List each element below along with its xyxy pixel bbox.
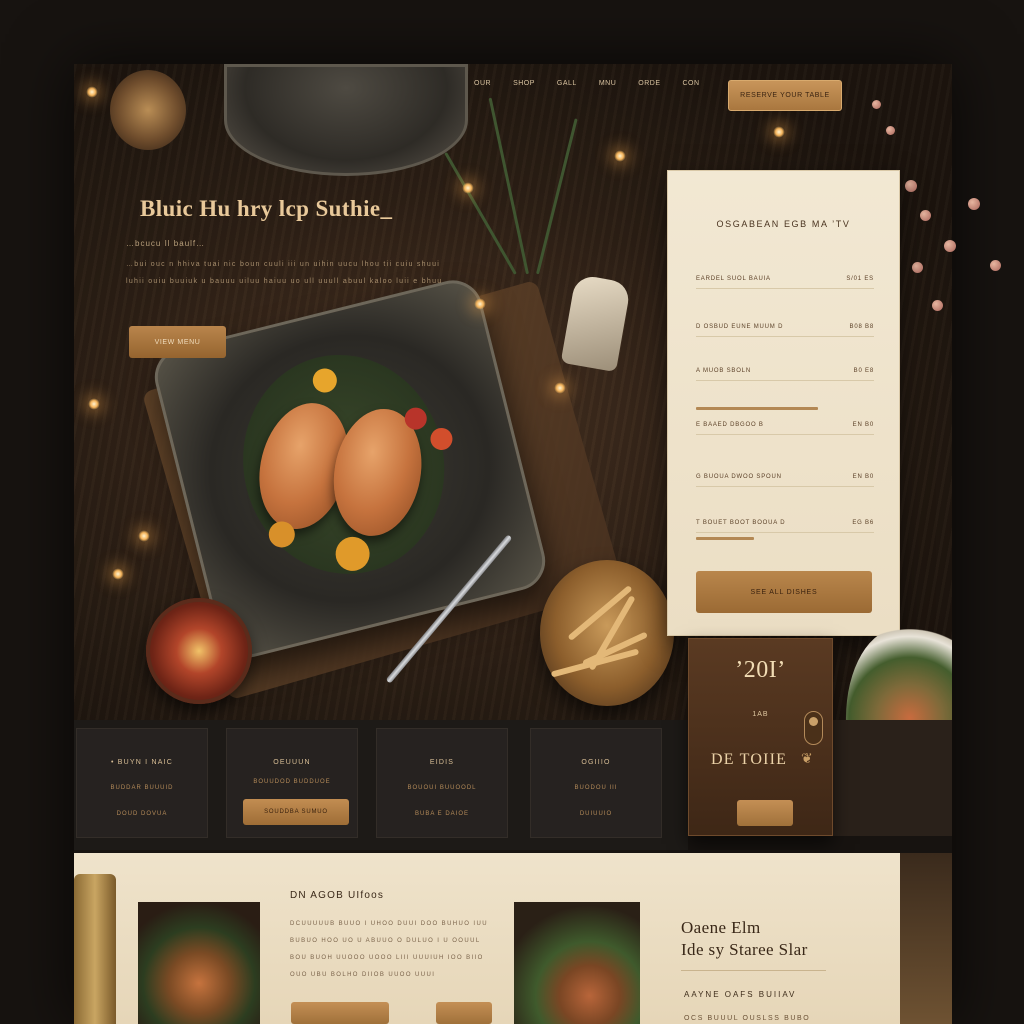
nav-link[interactable]: GALL	[557, 80, 577, 87]
nav-link[interactable]: CON	[683, 80, 700, 87]
berry	[968, 198, 980, 210]
form-submit-button[interactable]: SEE ALL DISHES	[696, 571, 872, 613]
hero-cta-button[interactable]: VIEW MENU	[129, 326, 226, 358]
tile-heading: OGIIIO	[581, 759, 611, 766]
featured-toggle[interactable]	[804, 711, 823, 745]
quote-title-line: Oaene Elm	[681, 918, 761, 937]
form-field[interactable]: E BAAED DBGOO B EN B0	[696, 415, 874, 435]
fleuron-icon: ❦	[801, 752, 813, 767]
featured-button[interactable]	[737, 800, 793, 826]
tile-text: BUDDAR BUUUID	[110, 785, 174, 791]
field-value: S/01 ES	[846, 275, 874, 282]
main-nav: OUR SHOP GALL MNU ORDE CON	[474, 80, 700, 87]
field-label: T BOUET BOOT BOOUA D	[696, 519, 786, 526]
form-field[interactable]: D OSBUD EUNE MUUM D B08 B8	[696, 317, 874, 337]
top-bowl-image	[224, 64, 468, 176]
tile-text: DOUD DOVUA	[116, 811, 168, 817]
menu-form-card: OSGABEAN EGB MA ’TV EARDEL SUOL BAUIA S/…	[667, 170, 900, 636]
dish-photo	[138, 902, 260, 1024]
field-value: EN B0	[852, 421, 874, 428]
field-label: D OSBUD EUNE MUUM D	[696, 323, 784, 330]
berry	[944, 240, 956, 252]
hero-title: Bluic Hu hry lcp Suthie_	[140, 196, 393, 221]
tile-text: BUBA E DAIOE	[414, 811, 469, 817]
string-light	[773, 126, 785, 138]
tile-heading: EIDIS	[429, 759, 455, 766]
form-field[interactable]: T BOUET BOOT BOOUA D EG B6	[696, 513, 874, 533]
string-light	[614, 150, 626, 162]
berry	[905, 180, 917, 192]
tile-text: DUIUUIO	[579, 811, 613, 817]
info-strip: • BUYN I NAIC BUDDAR BUUUID DOUD DOVUA O…	[74, 720, 688, 850]
tile-text: BOUOUI BUUOODL	[407, 785, 477, 791]
divider	[681, 970, 826, 971]
string-light	[474, 298, 486, 310]
field-label: EARDEL SUOL BAUIA	[696, 275, 771, 282]
field-value: EN B0	[852, 473, 874, 480]
form-title: OSGABEAN EGB MA ’TV	[716, 219, 851, 229]
progress-bar	[696, 537, 754, 540]
field-value: EG B6	[852, 519, 874, 526]
berry	[990, 260, 1001, 271]
string-light	[554, 382, 566, 394]
tile-heading: OEUUUN	[273, 759, 311, 766]
field-label: A MUOB SBOLN	[696, 367, 751, 374]
candle-bowl-image	[146, 598, 252, 704]
form-field[interactable]: EARDEL SUOL BAUIA S/01 ES	[696, 269, 874, 289]
about-body: DCUUUUUB BUUO I UHOO DUUI DOO BUHUO IUU …	[290, 921, 488, 978]
nav-link[interactable]: ORDE	[638, 80, 660, 87]
featured-name: DE TOIIE	[711, 751, 788, 768]
quote-title-line: Ide sy Staree Slar	[681, 940, 808, 959]
field-label: E BAAED DBGOO B	[696, 421, 764, 428]
reserve-button[interactable]: RESERVE YOUR TABLE	[728, 80, 842, 111]
berry	[886, 126, 895, 135]
hero-subtitle: …bcucu Il baulf…	[126, 239, 206, 248]
field-value: B0 E8	[853, 367, 874, 374]
nav-link[interactable]: OUR	[474, 80, 491, 87]
form-field[interactable]: G BUOUA DWOO SPOUN EN B0	[696, 467, 874, 487]
cup-image	[110, 70, 186, 150]
gold-frame-ornament	[74, 874, 116, 1024]
about-heading: DN AGOB UIfoos	[290, 890, 385, 901]
berry	[920, 210, 931, 221]
string-light	[462, 182, 474, 194]
progress-bar	[696, 407, 818, 410]
quote-extra-text: OCS BUUUL OUSLSS BUBO	[684, 1015, 811, 1022]
info-tile: OGIIIO BUODOU III DUIUUIO	[530, 728, 662, 838]
berry	[932, 300, 943, 311]
nav-link[interactable]: SHOP	[513, 80, 535, 87]
featured-card: ’20I’ 1AB DE TOIIE ❦	[688, 638, 833, 836]
hero-body: …bui ouc n hhiva tuai nic boun cuuli iii…	[126, 261, 443, 285]
string-light	[86, 86, 98, 98]
fry	[550, 648, 640, 678]
tile-button[interactable]: SOUDDBA SUMUO	[243, 799, 349, 825]
info-tile: • BUYN I NAIC BUDDAR BUUUID DOUD DOVUA	[76, 728, 208, 838]
fries-bowl-image	[540, 560, 674, 706]
featured-year: ’20I’	[735, 657, 786, 683]
string-light	[138, 530, 150, 542]
field-value: B08 B8	[849, 323, 874, 330]
nav-link[interactable]: MNU	[599, 80, 616, 87]
quote-subtitle: AAYNE OAFS BUIIAV	[684, 990, 797, 999]
info-tile: EIDIS BOUOUI BUUOODL BUBA E DAIOE	[376, 728, 508, 838]
field-label: G BUOUA DWOO SPOUN	[696, 473, 782, 480]
form-field[interactable]: A MUOB SBOLN B0 E8	[696, 361, 874, 381]
info-tile: OEUUUN BOUUDOD BUDDUOE SOUDDBA SUMUO	[226, 728, 358, 838]
quote-title: Oaene Elm Ide sy Staree Slar	[681, 917, 808, 961]
about-button[interactable]	[291, 1002, 389, 1024]
string-light	[112, 568, 124, 580]
berry	[872, 100, 881, 109]
tile-text: BOUUDOD BUDDUOE	[253, 779, 331, 785]
tile-text: BUODOU III	[574, 785, 618, 791]
string-light	[88, 398, 100, 410]
berry	[912, 262, 923, 273]
right-frame-image	[900, 853, 952, 1024]
strip-right-panel	[833, 720, 952, 836]
about-secondary-button[interactable]	[436, 1002, 492, 1024]
tile-heading: • BUYN I NAIC	[110, 759, 173, 766]
dish-photo	[514, 902, 640, 1024]
